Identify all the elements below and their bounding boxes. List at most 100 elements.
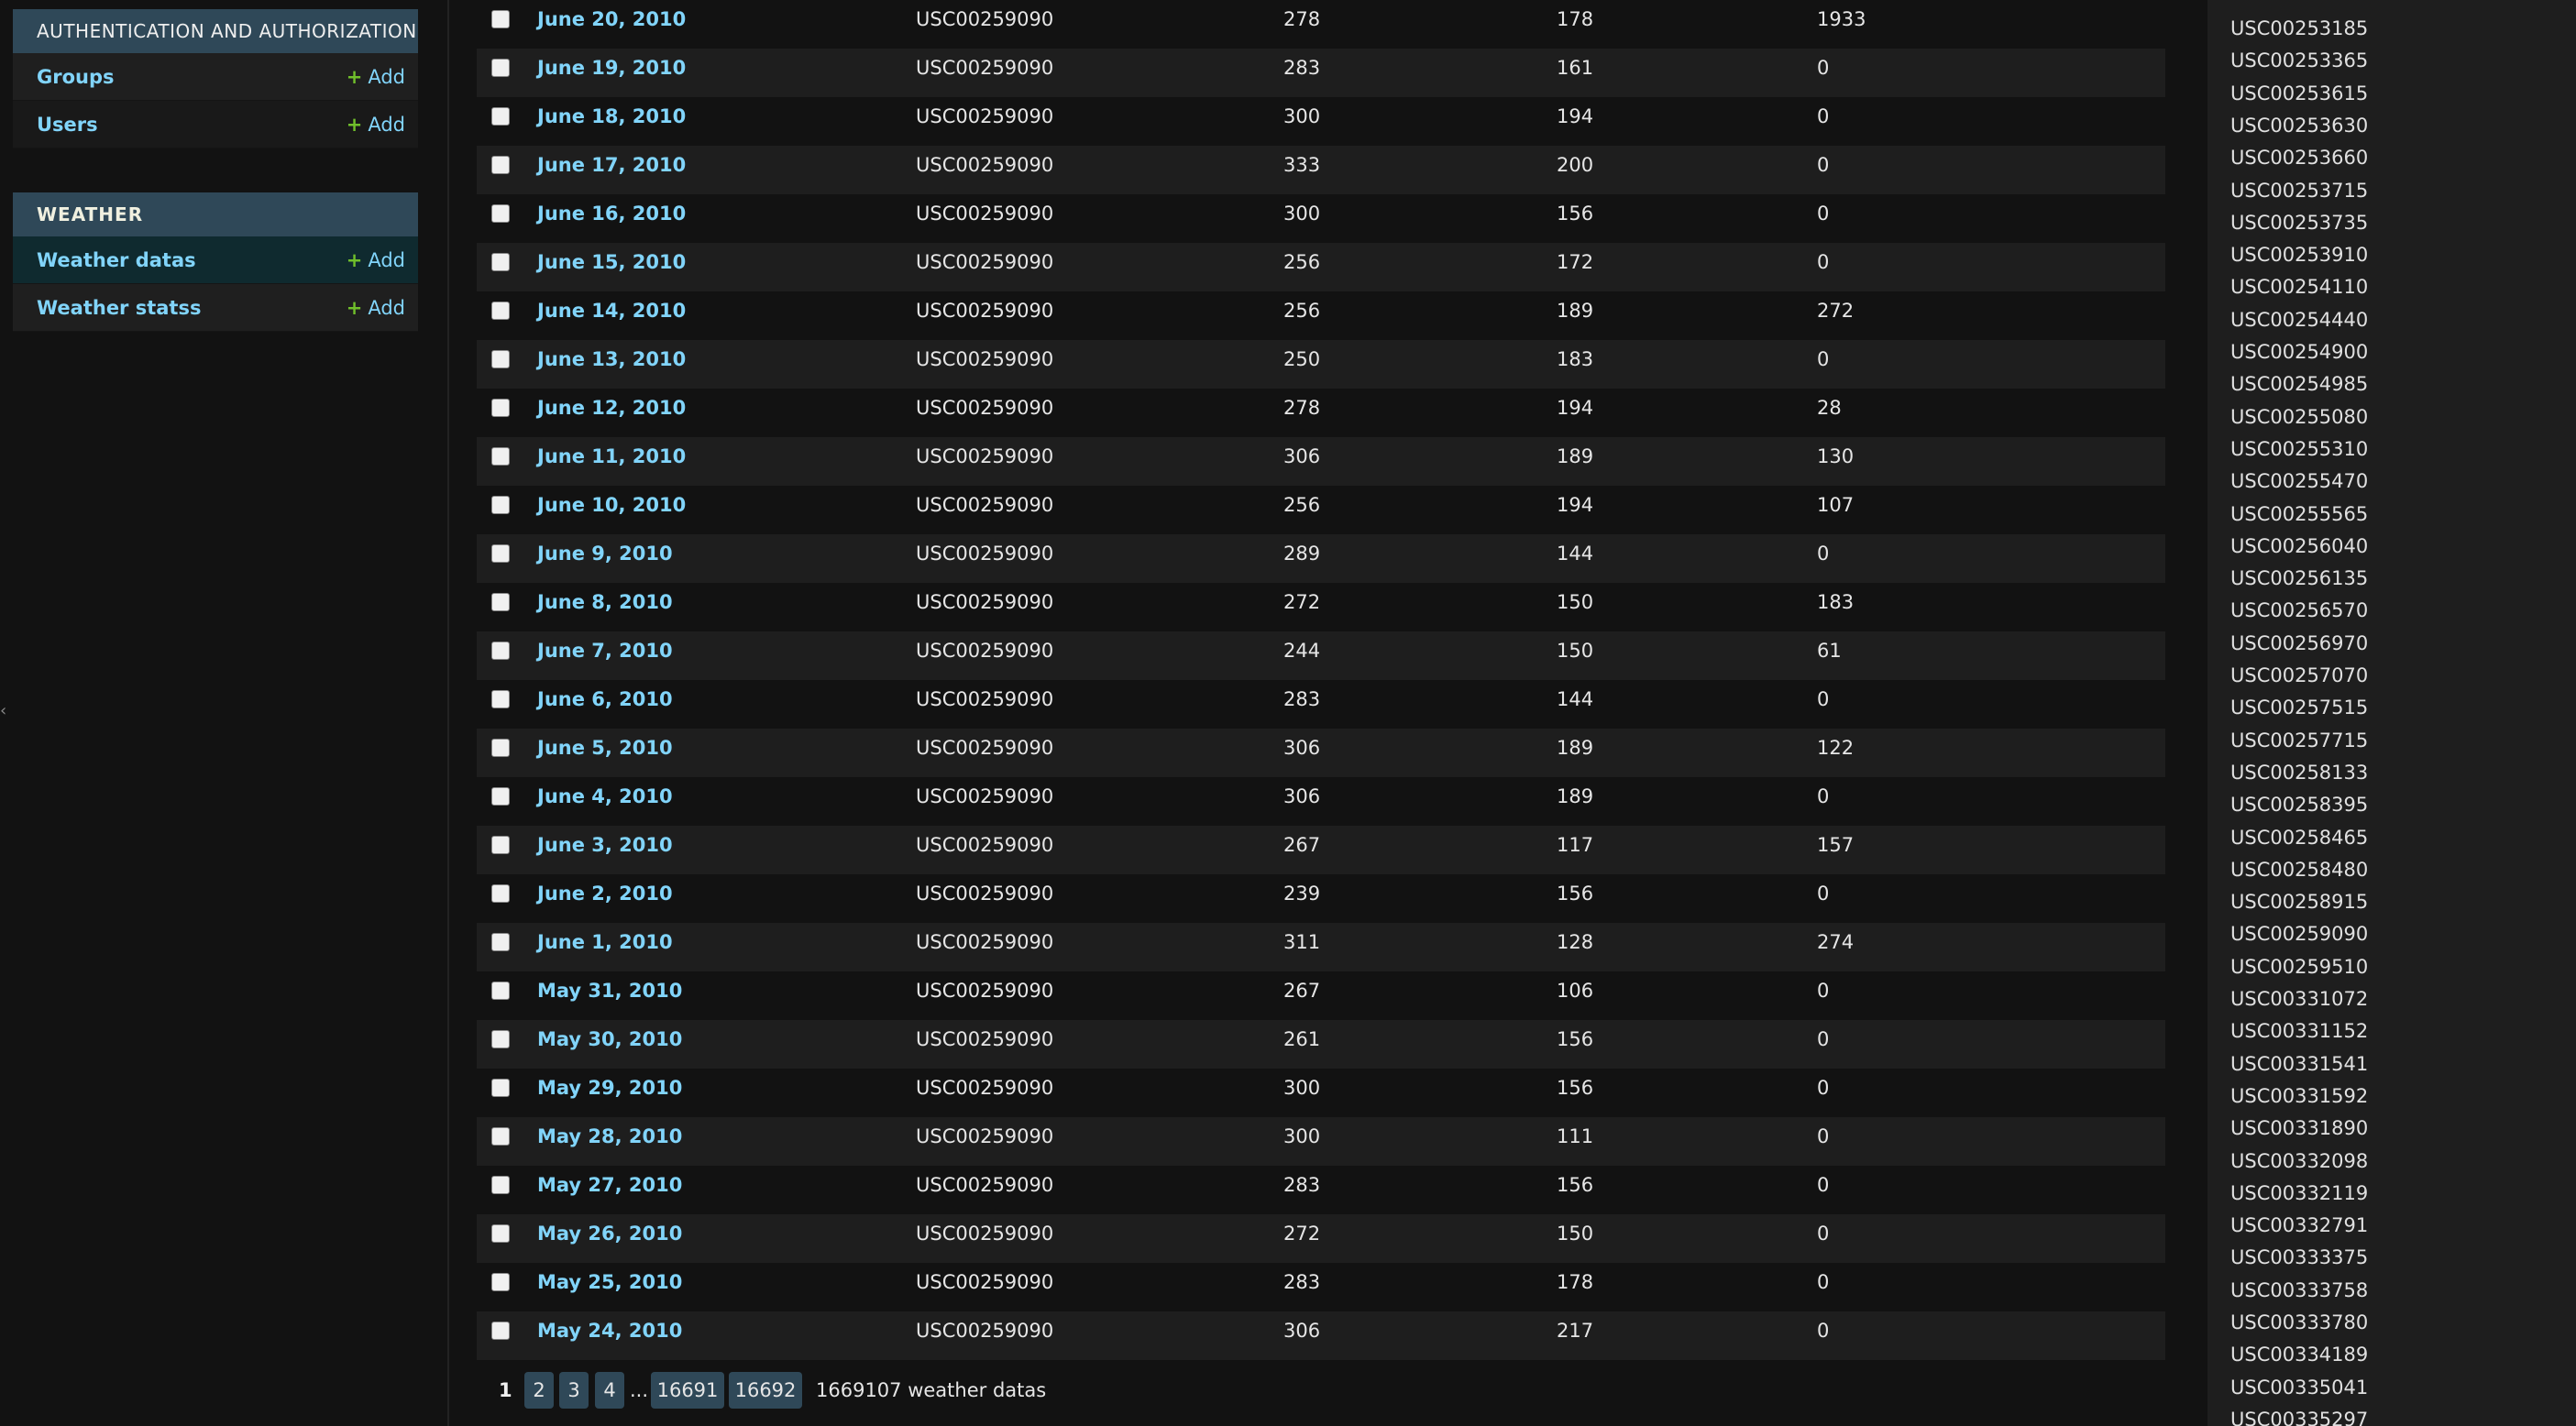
row-checkbox[interactable] [491,1273,510,1291]
filter-station-option[interactable]: USC00253185 [2230,15,2368,42]
filter-station-option[interactable]: USC00257715 [2230,727,2368,754]
date-link[interactable]: June 20, 2010 [537,0,686,38]
date-link[interactable]: June 3, 2010 [537,826,673,864]
filter-station-option[interactable]: USC00259510 [2230,953,2368,981]
date-link[interactable]: June 6, 2010 [537,680,673,718]
filter-station-option[interactable]: USC00255310 [2230,435,2368,463]
date-link[interactable]: June 18, 2010 [537,97,686,136]
row-checkbox[interactable] [491,1322,510,1340]
row-checkbox[interactable] [491,10,510,28]
page-link-16692[interactable]: 16692 [729,1372,802,1409]
filter-station-option[interactable]: USC00253630 [2230,112,2368,139]
date-link[interactable]: June 11, 2010 [537,437,686,476]
date-link[interactable]: June 17, 2010 [537,146,686,184]
filter-station-option[interactable]: USC00253615 [2230,80,2368,107]
row-checkbox[interactable] [491,59,510,77]
row-checkbox[interactable] [491,107,510,126]
filter-station-option[interactable]: USC00332098 [2230,1147,2368,1175]
filter-station-option[interactable]: USC00253735 [2230,209,2368,236]
row-checkbox[interactable] [491,399,510,417]
add-user-button[interactable]: + Add [347,101,405,148]
date-link[interactable]: June 19, 2010 [537,49,686,87]
filter-station-option[interactable]: USC00335297 [2230,1406,2368,1426]
row-checkbox[interactable] [491,982,510,1000]
filter-station-option[interactable]: USC00334189 [2230,1341,2368,1368]
row-checkbox[interactable] [491,350,510,368]
filter-station-option[interactable]: USC00331152 [2230,1017,2368,1045]
row-checkbox[interactable] [491,933,510,951]
date-link[interactable]: May 29, 2010 [537,1069,682,1107]
filter-station-option[interactable]: USC00331541 [2230,1050,2368,1078]
row-checkbox[interactable] [491,739,510,757]
date-link[interactable]: June 4, 2010 [537,777,673,816]
filter-station-option[interactable]: USC00253715 [2230,177,2368,204]
filter-station-option[interactable]: USC00335041 [2230,1374,2368,1401]
filter-station-option[interactable]: USC00332119 [2230,1179,2368,1207]
filter-station-option[interactable]: USC00331072 [2230,985,2368,1013]
date-link[interactable]: June 15, 2010 [537,243,686,281]
date-link[interactable]: May 26, 2010 [537,1214,682,1253]
add-weather-stats-button[interactable]: + Add [347,284,405,332]
filter-station-option[interactable]: USC00255470 [2230,467,2368,495]
row-checkbox[interactable] [491,690,510,708]
filter-station-option[interactable]: USC00254900 [2230,338,2368,366]
filter-station-option[interactable]: USC00256970 [2230,630,2368,657]
filter-station-option[interactable]: USC00253365 [2230,47,2368,74]
filter-station-option[interactable]: USC00333758 [2230,1277,2368,1304]
filter-station-option[interactable]: USC00253660 [2230,144,2368,171]
filter-station-option[interactable]: USC00332791 [2230,1212,2368,1239]
row-checkbox[interactable] [491,302,510,320]
filter-station-option[interactable]: USC00256135 [2230,565,2368,592]
filter-station-option[interactable]: USC00258915 [2230,888,2368,916]
add-group-button[interactable]: + Add [347,53,405,101]
date-link[interactable]: May 25, 2010 [537,1263,682,1301]
module-caption-authentication[interactable]: AUTHENTICATION AND AUTHORIZATION [13,9,418,53]
filter-station-option[interactable]: USC00333375 [2230,1244,2368,1271]
groups-link[interactable]: Groups [37,53,115,101]
filter-station-option[interactable]: USC00255565 [2230,500,2368,528]
row-checkbox[interactable] [491,253,510,271]
row-checkbox[interactable] [491,1176,510,1194]
row-checkbox[interactable] [491,1224,510,1243]
users-link[interactable]: Users [37,101,98,148]
sidebar-toggle-icon[interactable]: ‹ [0,700,7,722]
row-checkbox[interactable] [491,447,510,466]
date-link[interactable]: June 12, 2010 [537,389,686,427]
row-checkbox[interactable] [491,496,510,514]
row-checkbox[interactable] [491,836,510,854]
row-checkbox[interactable] [491,642,510,660]
row-checkbox[interactable] [491,1127,510,1146]
date-link[interactable]: May 28, 2010 [537,1117,682,1156]
filter-station-option[interactable]: USC00258395 [2230,791,2368,818]
date-link[interactable]: June 2, 2010 [537,874,673,913]
date-link[interactable]: June 10, 2010 [537,486,686,524]
filter-station-option[interactable]: USC00256040 [2230,532,2368,560]
filter-station-option[interactable]: USC00331592 [2230,1082,2368,1110]
page-link-2[interactable]: 2 [524,1372,554,1409]
date-link[interactable]: May 24, 2010 [537,1311,682,1350]
date-link[interactable]: May 30, 2010 [537,1020,682,1059]
row-checkbox[interactable] [491,544,510,563]
date-link[interactable]: June 9, 2010 [537,534,673,573]
date-link[interactable]: June 16, 2010 [537,194,686,233]
weather-statss-link[interactable]: Weather statss [37,284,201,332]
page-link-3[interactable]: 3 [559,1372,589,1409]
row-checkbox[interactable] [491,787,510,806]
row-checkbox[interactable] [491,884,510,903]
filter-station-option[interactable]: USC00258465 [2230,824,2368,851]
weather-datas-link[interactable]: Weather datas [37,236,196,284]
filter-station-option[interactable]: USC00259090 [2230,920,2368,948]
date-link[interactable]: June 13, 2010 [537,340,686,378]
date-link[interactable]: May 31, 2010 [537,971,682,1010]
row-checkbox[interactable] [491,593,510,611]
filter-station-option[interactable]: USC00258480 [2230,856,2368,883]
date-link[interactable]: June 7, 2010 [537,631,673,670]
filter-station-option[interactable]: USC00254985 [2230,370,2368,398]
add-weather-data-button[interactable]: + Add [347,236,405,284]
filter-station-option[interactable]: USC00254110 [2230,273,2368,301]
filter-station-option[interactable]: USC00331890 [2230,1114,2368,1142]
row-checkbox[interactable] [491,156,510,174]
date-link[interactable]: June 14, 2010 [537,291,686,330]
filter-station-option[interactable]: USC00257070 [2230,662,2368,689]
date-link[interactable]: June 5, 2010 [537,729,673,767]
